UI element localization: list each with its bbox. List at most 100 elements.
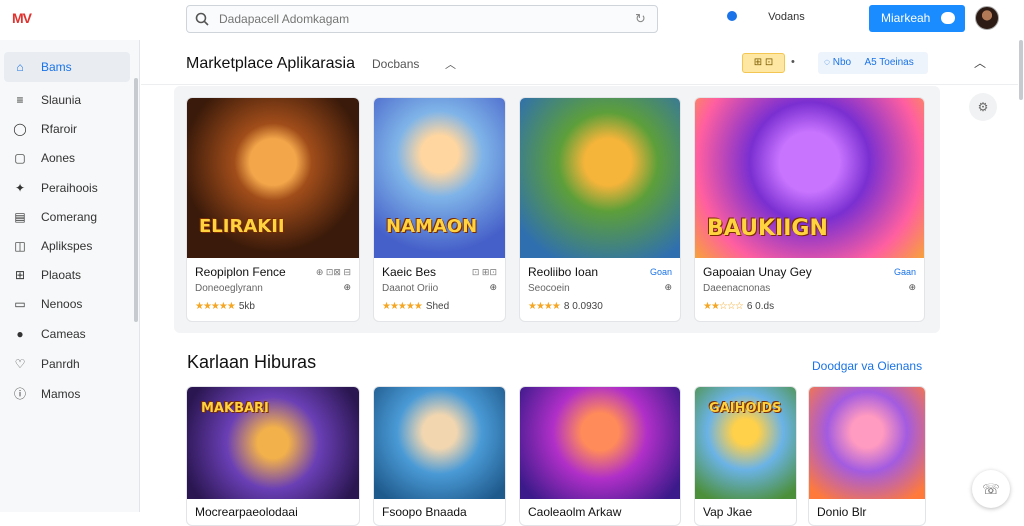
app-rating: ★★★★★ Shed xyxy=(382,301,449,312)
app-name: Reopiplon Fence xyxy=(195,265,286,279)
app-name: Gapoaian Unay Gey xyxy=(703,265,812,279)
thumbnail-title: MAKBARI xyxy=(201,401,269,416)
settings-icon[interactable]: ⚙ xyxy=(969,93,997,121)
app-thumbnail[interactable]: BAUKIIGN xyxy=(695,98,924,258)
app-thumbnail[interactable] xyxy=(809,387,925,499)
search-input[interactable] xyxy=(219,10,619,28)
rating-value: Shed xyxy=(425,301,450,312)
sidebar-item[interactable]: ♡ Panrdh xyxy=(4,349,130,379)
sidebar-item-label: Plaoats xyxy=(41,268,82,282)
app-rating: ★★★★ 8 0.0930 xyxy=(528,301,603,312)
sidebar-item[interactable]: ▤ Comerang xyxy=(4,202,130,232)
sidebar-item[interactable]: ● Cameas xyxy=(4,319,130,349)
sidebar-item[interactable]: ◫ Aplikspes xyxy=(4,231,130,261)
document-icon: ▭ xyxy=(14,297,26,311)
sidebar-item[interactable]: ✦ Peraihoois xyxy=(4,173,130,203)
user-avatar[interactable] xyxy=(975,6,999,30)
rating-value: 6 0.ds xyxy=(746,301,775,312)
view-toggle-chip[interactable]: ⊞ ⊡ xyxy=(742,53,785,73)
search-box[interactable]: ↻ xyxy=(186,5,658,33)
entertainment-card[interactable]: MAKBARI Mocrearpaeolodaai xyxy=(186,386,360,526)
more-icon[interactable]: ⊕ xyxy=(664,282,672,293)
chevron-up-icon[interactable]: ︿ xyxy=(445,56,456,72)
filter-dropdown[interactable]: Docbans xyxy=(372,57,419,71)
star-rating-icon: ★★☆☆☆ xyxy=(703,301,744,312)
app-card[interactable]: BAUKIIGN Gapoaian Unay Gey Gaan Daeenacnona… xyxy=(694,97,925,322)
grid-icon: ⊞ xyxy=(14,268,26,282)
thumbnail-title: ELIRAKII xyxy=(199,216,285,237)
app-logo[interactable]: MV xyxy=(12,10,32,26)
info-icon: ⓘ xyxy=(13,387,26,401)
main-scrollbar[interactable] xyxy=(1019,40,1023,100)
app-thumbnail[interactable]: ELIRAKII xyxy=(187,98,359,258)
entertainment-card[interactable]: GAIHOIDS Vap Jkae xyxy=(694,386,797,526)
sidebar-item[interactable]: ◯ Rfaroir xyxy=(4,114,130,144)
app-name: Vap Jkae xyxy=(703,505,753,519)
sort-chip[interactable]: ◌ Nbo A5 Toeinas xyxy=(818,52,928,74)
app-card[interactable]: Reoliibo Ioan Goan Seocoein ⊕ ★★★★ 8 0.0930 xyxy=(519,97,681,322)
rating-value: 5kb xyxy=(238,301,255,312)
app-name: Donio Blr xyxy=(817,505,867,519)
sidebar-item[interactable]: ⌂ Bams xyxy=(4,52,130,82)
app-developer: Seocoein xyxy=(528,283,570,294)
chat-icon: ◯ xyxy=(13,122,27,136)
sidebar-item-label: Bams xyxy=(41,60,72,74)
app-thumbnail[interactable]: GAIHOIDS xyxy=(695,387,796,499)
thumbnail-title: GAIHOIDS xyxy=(709,401,782,416)
sidebar-item[interactable]: ▭ Nenoos xyxy=(4,289,130,319)
app-rating: ★★★★★ 5kb xyxy=(195,301,255,312)
sidebar-item[interactable]: ≡ Slaunia xyxy=(4,85,130,115)
sort-chip-left: Nbo xyxy=(832,57,852,68)
entertainment-card[interactable]: Caoleaolm Arkaw xyxy=(519,386,681,526)
more-icon[interactable]: ⊕ xyxy=(489,282,497,293)
app-thumbnail[interactable] xyxy=(374,387,505,499)
app-tag: ⊡ ⊞⊡ xyxy=(471,267,497,277)
top-bar: MV ↻ Vodans Miarkeah xyxy=(0,0,1024,40)
star-rating-icon: ★★★★ xyxy=(528,301,561,312)
list-icon: ≡ xyxy=(16,93,24,107)
sidebar-item[interactable]: ▢ Aones xyxy=(4,143,130,173)
collapse-icon[interactable]: ︿ xyxy=(974,54,986,71)
sidebar-item-label: Rfaroir xyxy=(41,122,78,136)
app-thumbnail[interactable] xyxy=(520,387,680,499)
app-developer: Doneoeglyrann xyxy=(195,283,263,294)
app-thumbnail[interactable]: MAKBARI xyxy=(187,387,359,499)
sidebar-item[interactable]: ⓘ Mamos xyxy=(4,379,130,409)
refresh-icon[interactable]: ↻ xyxy=(635,12,649,26)
sidebar-scrollbar[interactable] xyxy=(134,78,138,322)
language-label: Vodans xyxy=(768,11,805,23)
entertainment-card[interactable]: Donio Blr xyxy=(808,386,926,526)
chat-icon xyxy=(941,12,955,24)
heart-icon: ♡ xyxy=(14,357,26,371)
lock-icon: ▢ xyxy=(14,151,26,165)
primary-action-button[interactable]: Miarkeah xyxy=(869,5,965,32)
app-name: Caoleaolm Arkaw xyxy=(528,505,622,519)
app-name: Mocrearpaeolodaai xyxy=(195,505,298,519)
section-header: Marketplace Aplikarasia Docbans ︿ ⊞ ⊡ • … xyxy=(141,40,1018,85)
sidebar-item-label: Mamos xyxy=(41,387,81,401)
sidebar-item[interactable]: ⊞ Plaoats xyxy=(4,260,130,290)
app-thumbnail[interactable]: NAMAON xyxy=(374,98,505,258)
language-selector[interactable]: Vodans xyxy=(727,11,805,23)
app-card[interactable]: ELIRAKII Reopiplon Fence ⊕ ⊡⊠ ⊟ Doneoeglyra… xyxy=(186,97,360,322)
see-all-link[interactable]: Doodgar va Oienans xyxy=(812,359,922,373)
sidebar-item-label: Panrdh xyxy=(41,357,80,371)
more-icon[interactable]: ⊕ xyxy=(908,282,916,293)
app-name: Kaeic Bes xyxy=(382,265,437,279)
entertainment-card[interactable]: Fsoopo Bnaada xyxy=(373,386,506,526)
sidebar-item-label: Aplikspes xyxy=(41,239,93,253)
app-name: Reoliibo Ioan xyxy=(528,265,599,279)
search-icon xyxy=(195,12,209,26)
featured-apps-panel: ELIRAKII Reopiplon Fence ⊕ ⊡⊠ ⊟ Doneoeglyra… xyxy=(174,86,940,333)
app-card[interactable]: NAMAON Kaeic Bes ⊡ ⊞⊡ Daanot Oriio ⊕ ★★★★★ She… xyxy=(373,97,506,322)
app-developer: Daeenacnonas xyxy=(703,283,771,294)
app-tag: ⊕ ⊡⊠ ⊟ xyxy=(315,267,351,277)
sidebar-item-label: Comerang xyxy=(41,210,98,224)
more-icon[interactable]: ⊕ xyxy=(343,282,351,293)
help-fab[interactable]: ☏ xyxy=(972,470,1010,508)
calendar-icon: ▤ xyxy=(14,210,26,224)
filter-icon: ◌ xyxy=(824,57,833,68)
puzzle-icon: ✦ xyxy=(14,181,26,195)
sidebar-item-label: Peraihoois xyxy=(41,181,98,195)
app-thumbnail[interactable] xyxy=(520,98,680,258)
